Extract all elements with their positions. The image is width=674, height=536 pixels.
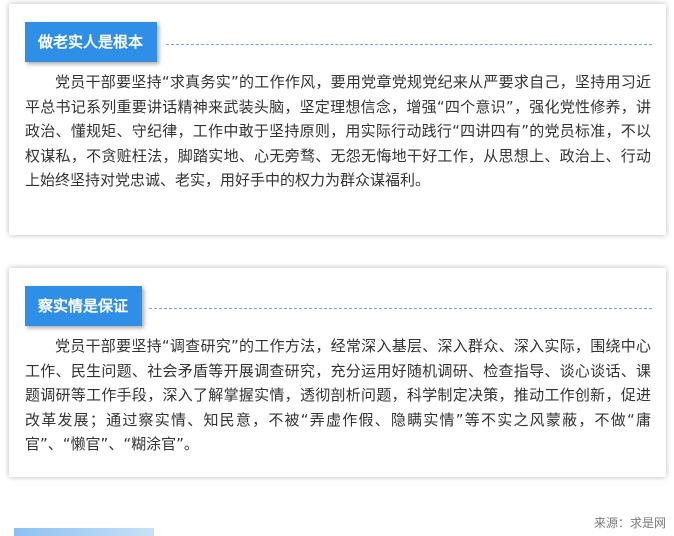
section-card-2: 察实情是保证 党员干部要坚持“调查研究”的工作方法，经常深入基层、深入群众、深入…: [9, 268, 666, 477]
section-title-2: 察实情是保证: [25, 286, 143, 326]
section-divider-1: [166, 44, 652, 45]
section-paragraph-1: 党员干部要坚持“求真务实”的工作作风，要用党章党规党纪来从严要求自己，坚持用习近…: [25, 73, 651, 189]
next-section-tag-edge: [14, 528, 154, 536]
source-credit: 来源：求是网: [593, 516, 666, 530]
section-paragraph-2: 党员干部要坚持“调查研究”的工作方法，经常深入基层、深入群众、深入实际，围绕中心…: [25, 337, 651, 453]
section-card-1: 做老实人是根本 党员干部要坚持“求真务实”的工作作风，要用党章党规党纪来从严要求…: [9, 4, 666, 235]
section-title-1: 做老实人是根本: [25, 22, 158, 62]
section-divider-2: [149, 308, 652, 309]
